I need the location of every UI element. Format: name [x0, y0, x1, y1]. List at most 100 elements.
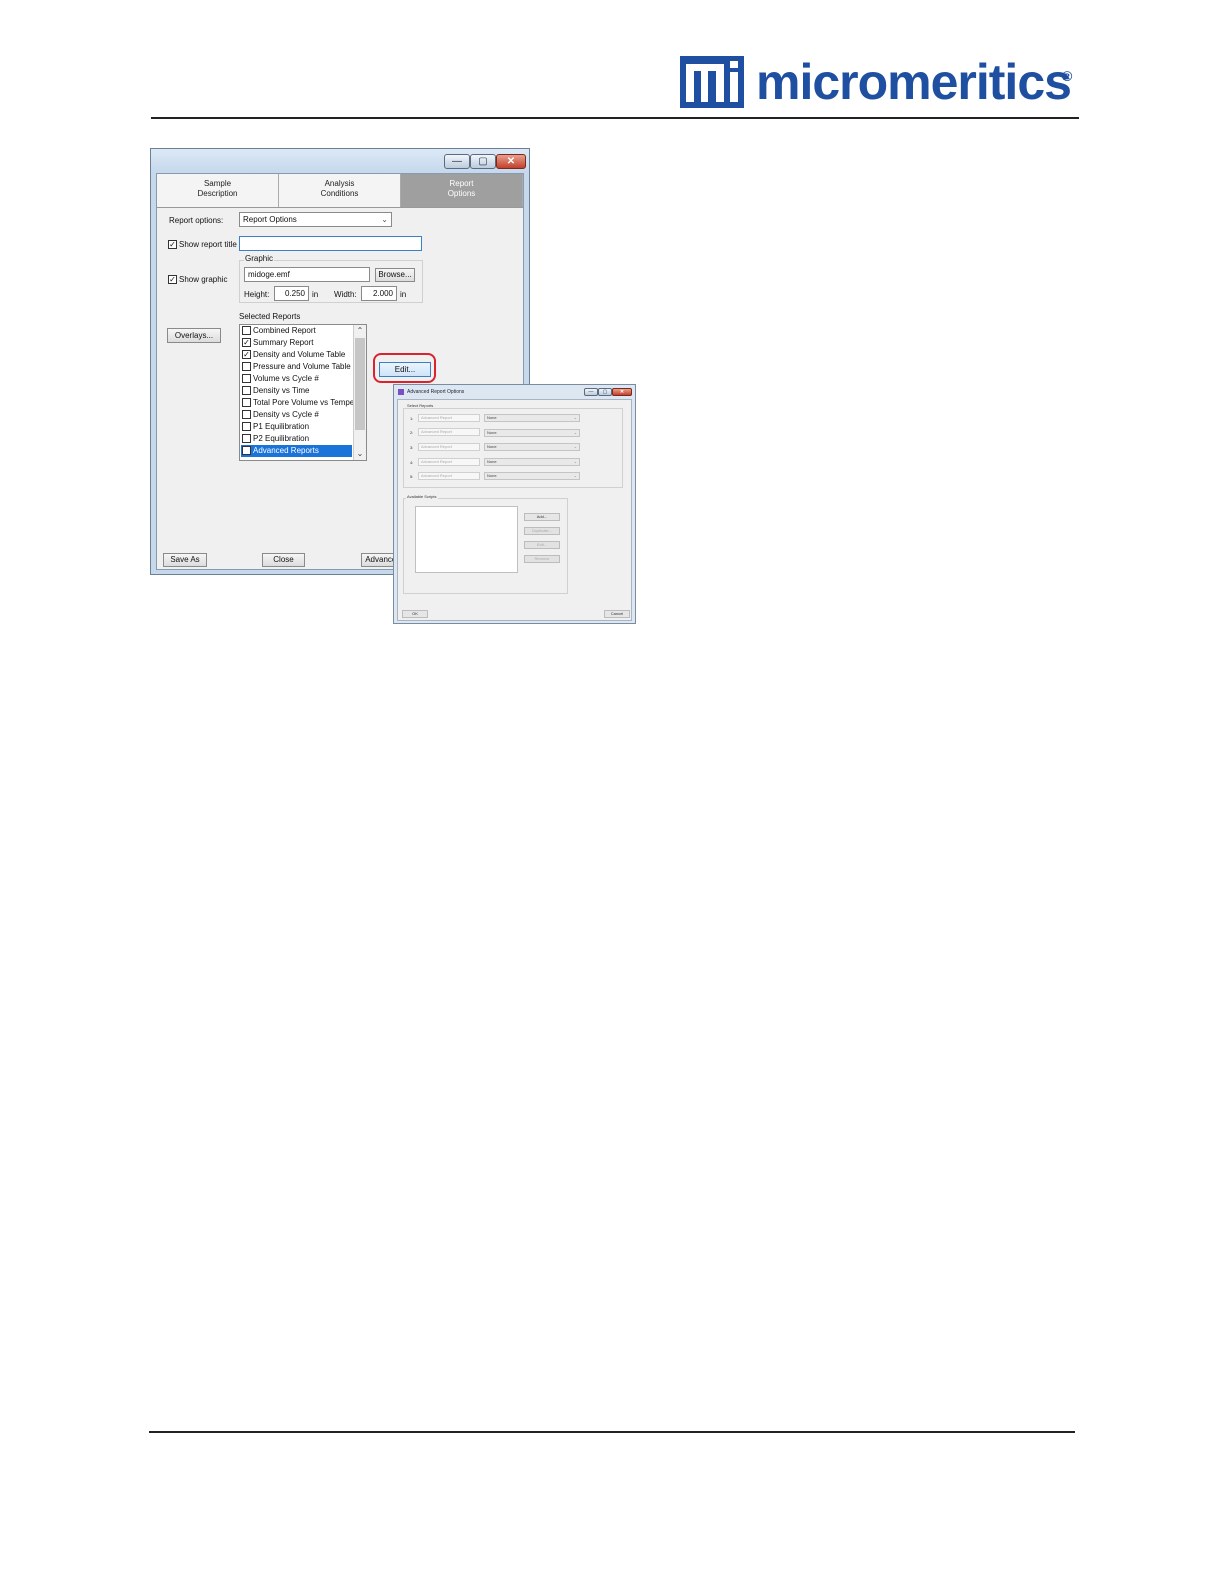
chevron-down-icon: ⌄	[381, 215, 388, 224]
report-label: Pressure and Volume Table	[253, 362, 351, 371]
show-report-title-checkbox[interactable]: ✓	[168, 240, 177, 249]
report-checkbox[interactable]	[242, 326, 251, 335]
maximize-icon[interactable]: ▢	[470, 154, 496, 169]
row-number: 5:	[410, 474, 414, 479]
advanced-report-field[interactable]: Advanced Report	[418, 414, 480, 422]
width-input[interactable]: 2.000	[361, 286, 397, 301]
graphic-group-label: Graphic	[244, 254, 275, 263]
report-label: Density and Volume Table	[253, 350, 346, 359]
report-label: Density vs Time	[253, 386, 310, 395]
advanced-report-field[interactable]: Advanced Report	[418, 458, 480, 466]
available-scripts-list[interactable]	[415, 506, 518, 573]
tab-analysis-conditions[interactable]: Analysis Conditions	[279, 174, 401, 207]
report-title-input[interactable]	[239, 236, 422, 251]
cancel-button[interactable]: Cancel	[604, 610, 630, 618]
report-checkbox[interactable]	[242, 410, 251, 419]
list-item[interactable]: Advanced Reports	[241, 445, 352, 457]
scroll-down-icon[interactable]: ⌄	[354, 448, 366, 460]
height-label: Height:	[244, 290, 270, 299]
advanced-report-select[interactable]: None ⌄	[484, 414, 580, 422]
show-graphic-checkbox[interactable]: ✓	[168, 275, 177, 284]
report-checkbox[interactable]	[242, 362, 251, 371]
report-checkbox[interactable]	[242, 434, 251, 443]
ok-button[interactable]: OK	[402, 610, 428, 618]
scroll-thumb[interactable]	[355, 338, 365, 430]
close-button[interactable]: Close	[262, 553, 305, 567]
report-checkbox[interactable]	[242, 422, 251, 431]
list-item[interactable]: Total Pore Volume vs Temperature	[241, 397, 366, 409]
select-value: None	[487, 430, 497, 435]
edit-callout-highlight	[373, 353, 436, 383]
row-number: 2:	[410, 430, 414, 435]
list-item[interactable]: Combined Report	[241, 325, 352, 337]
list-item[interactable]: Density vs Time	[241, 385, 352, 397]
selected-reports-label: Selected Reports	[239, 312, 301, 321]
advanced-report-field[interactable]: Advanced Report	[418, 428, 480, 436]
maximize-icon[interactable]: ▢	[598, 388, 612, 396]
row-number: 4:	[410, 460, 414, 465]
row-number: 3:	[410, 445, 414, 450]
close-icon[interactable]: ✕	[496, 154, 526, 169]
report-options-label: Report options:	[169, 216, 224, 225]
report-options-select[interactable]: Report Options ⌄	[239, 212, 392, 227]
list-item[interactable]: ✓ Density and Volume Table	[241, 349, 352, 361]
selected-reports-list[interactable]: Combined Report ✓ Summary Report ✓ Densi…	[239, 324, 367, 461]
list-item[interactable]: P2 Equilibration	[241, 433, 352, 445]
advanced-report-select[interactable]: None ⌄	[484, 472, 580, 480]
footer-rule	[149, 1431, 1075, 1433]
list-item[interactable]: Density vs Cycle #	[241, 409, 352, 421]
tab-strip: Sample Description Analysis Conditions R…	[157, 174, 523, 208]
graphic-file-input[interactable]: midoge.emf	[244, 267, 370, 282]
chevron-down-icon: ⌄	[573, 430, 577, 435]
report-checkbox[interactable]: ✓	[242, 350, 251, 359]
advanced-report-options-dialog: Advanced Report Options — ▢ ✕ Select Rep…	[393, 384, 636, 624]
select-value: None	[487, 473, 497, 478]
advanced-report-select[interactable]: None ⌄	[484, 429, 580, 437]
close-icon[interactable]: ✕	[612, 388, 632, 396]
edit-script-button[interactable]: Edit...	[524, 541, 560, 549]
chevron-down-icon: ⌄	[573, 473, 577, 478]
tab-report-options[interactable]: Report Options	[401, 174, 523, 207]
advanced-report-field[interactable]: Advanced Report	[418, 443, 480, 451]
select-value: None	[487, 415, 497, 420]
add-script-button[interactable]: Add...	[524, 513, 560, 521]
report-checkbox[interactable]	[242, 398, 251, 407]
list-scrollbar[interactable]: ⌃ ⌄	[353, 325, 366, 460]
width-label: Width:	[334, 290, 357, 299]
duplicate-script-button[interactable]: Duplicate...	[524, 527, 560, 535]
advanced-report-select[interactable]: None ⌄	[484, 458, 580, 466]
list-item[interactable]: Pressure and Volume Table	[241, 361, 352, 373]
report-checkbox[interactable]	[242, 374, 251, 383]
browse-button[interactable]: Browse...	[375, 268, 415, 282]
list-item[interactable]: Volume vs Cycle #	[241, 373, 352, 385]
chevron-down-icon: ⌄	[573, 415, 577, 420]
report-checkbox[interactable]	[242, 386, 251, 395]
micromeritics-logo: micromeritics ®	[680, 54, 1080, 110]
advanced-report-select[interactable]: None ⌄	[484, 443, 580, 451]
list-item[interactable]: P1 Equilibration	[241, 421, 352, 433]
scroll-up-icon[interactable]: ⌃	[354, 325, 366, 337]
available-scripts-label: Available Scripts	[406, 494, 438, 499]
minimize-icon[interactable]: —	[444, 154, 470, 169]
logo-wordmark: micromeritics	[756, 54, 1072, 110]
report-label: Combined Report	[253, 326, 316, 335]
chevron-down-icon: ⌄	[573, 459, 577, 464]
list-item[interactable]: ✓ Summary Report	[241, 337, 352, 349]
tab-sample-description[interactable]: Sample Description	[157, 174, 279, 207]
minimize-icon[interactable]: —	[584, 388, 598, 396]
report-checkbox[interactable]	[242, 446, 251, 455]
report-options-value: Report Options	[243, 215, 297, 224]
show-report-title-label: Show report title	[179, 240, 237, 249]
report-label: P1 Equilibration	[253, 422, 310, 431]
report-checkbox[interactable]: ✓	[242, 338, 251, 347]
report-label: Summary Report	[253, 338, 314, 347]
select-reports-label: Select Reports	[406, 403, 435, 408]
save-as-button[interactable]: Save As	[163, 553, 207, 567]
dialog-body: Select Reports 1: Advanced Report None ⌄ …	[397, 399, 632, 621]
advanced-report-field[interactable]: Advanced Report	[418, 472, 480, 480]
remove-script-button[interactable]: Remove	[524, 555, 560, 563]
width-unit: in	[400, 290, 407, 299]
overlays-button[interactable]: Overlays...	[167, 328, 221, 343]
window-title-bar: — ▢ ✕	[151, 149, 529, 173]
height-input[interactable]: 0.250	[274, 286, 309, 301]
